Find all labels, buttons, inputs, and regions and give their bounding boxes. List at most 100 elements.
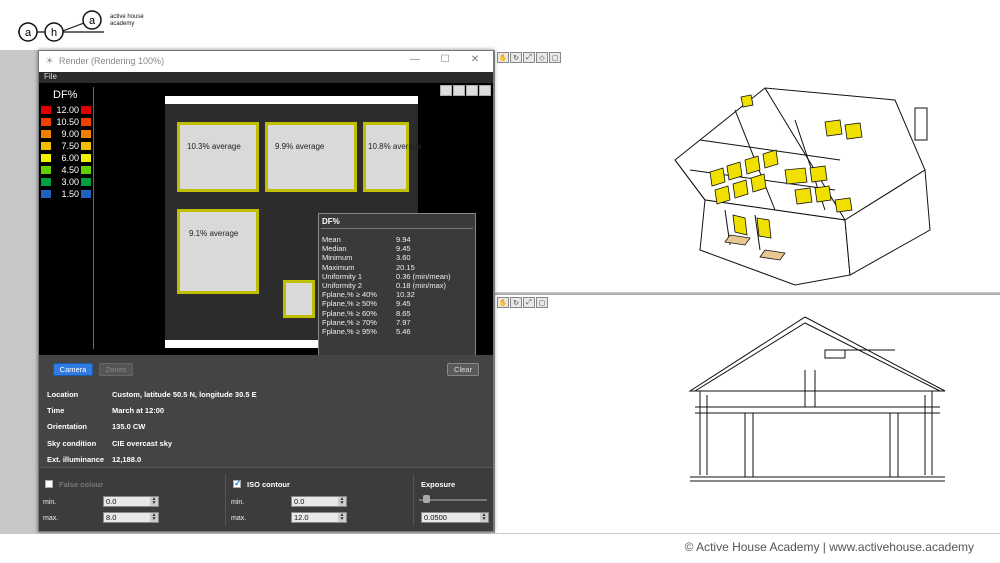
spinner-arrows-icon[interactable]: ▲ ▼ <box>338 497 346 506</box>
stats-value: 0.36 (min/mean) <box>396 271 451 281</box>
exposure-slider-thumb[interactable] <box>423 495 431 503</box>
false-colour-max-input[interactable]: 8.0 ▲ ▼ <box>103 512 159 523</box>
iso-contour-checkbox[interactable]: ✓ <box>233 478 242 488</box>
room-zone <box>265 122 357 192</box>
iso-contour-min-value: 0.0 <box>294 497 305 506</box>
false-colour-checkbox[interactable] <box>45 480 53 488</box>
mode-button-row: Camera Zones Clear <box>39 355 493 381</box>
legend-row: 3.00 <box>39 177 93 187</box>
close-icon[interactable]: ✕ <box>464 54 486 69</box>
logo-letter-a2: a <box>89 15 96 27</box>
legend-swatch <box>81 106 91 114</box>
iso-contour-label: ISO contour <box>247 480 290 489</box>
legend-row: 7.50 <box>39 141 93 151</box>
header-bar: a h a active house academy <box>0 0 1000 50</box>
legend-value: 1.50 <box>61 189 79 199</box>
render-toolbar <box>440 85 491 96</box>
legend-swatch <box>81 190 91 198</box>
stats-row: Mean 9.94 <box>322 235 474 244</box>
legend-swatch <box>41 118 51 126</box>
stats-value: 9.45 <box>396 244 411 254</box>
legend-swatch <box>41 166 51 174</box>
info-key: Sky condition <box>47 438 97 448</box>
stats-key: Fplane,% ≥ 60% <box>322 308 377 318</box>
legend-value: 4.50 <box>61 165 79 175</box>
legend-swatch <box>41 190 51 198</box>
legend-row: 12.00 <box>39 105 93 115</box>
room-average-label: 10.3% average <box>187 142 241 151</box>
exposure-value: 0.0500 <box>424 513 447 522</box>
stats-row: Maximum 20.15 <box>322 263 474 272</box>
menu-file[interactable]: File <box>44 72 57 81</box>
minimize-icon[interactable]: — <box>404 54 426 69</box>
menu-bar: File <box>39 72 493 83</box>
stats-value: 9.94 <box>396 235 411 244</box>
iso-contour-min-input[interactable]: 0.0 ▲ ▼ <box>291 496 347 507</box>
render-info-panel: Location Custom, latitude 50.5 N, longitu… <box>39 381 493 467</box>
logo-letter-a: a <box>25 27 32 39</box>
stats-row: Fplane,% ≥ 50% 9.45 <box>322 299 474 308</box>
legend-row: 1.50 <box>39 189 93 199</box>
viewport-3d-perspective[interactable]: ✋ ↻ ⤢ ◇ ▢ <box>494 50 1000 292</box>
room-zone <box>177 209 259 294</box>
divider <box>413 474 414 526</box>
legend-swatch <box>81 166 91 174</box>
legend-swatch <box>81 142 91 150</box>
stats-value: 0.18 (min/max) <box>396 281 447 290</box>
info-key: Time <box>47 406 65 416</box>
legend-value: 6.00 <box>61 153 79 163</box>
camera-button[interactable]: Camera <box>53 363 93 376</box>
rotate-tool-icon[interactable] <box>453 85 465 96</box>
exposure-input[interactable]: 0.0500 ▲ ▼ <box>421 512 489 523</box>
clear-button[interactable]: Clear <box>447 363 479 376</box>
render-canvas[interactable]: DF% 12.00 10.50 9.00 7.50 6.00 4.50 3.00 1.50 1… <box>39 83 493 363</box>
spinner-arrows-icon[interactable]: ▲ ▼ <box>150 497 158 506</box>
viewport-section[interactable]: ✋ ↻ ⤢ ▢ <box>494 293 1000 533</box>
exposure-label: Exposure <box>421 480 456 489</box>
zones-button[interactable]: Zones <box>99 363 133 376</box>
footer: © Active House Academy | www.activehouse… <box>0 534 1000 563</box>
stats-key: Fplane,% ≥ 50% <box>322 299 377 309</box>
info-value: 12,188.0 <box>112 454 142 464</box>
logo-letter-h: h <box>51 27 57 39</box>
info-value: 135.0 CW <box>112 422 146 432</box>
stats-key: Fplane,% ≥ 70% <box>322 317 377 327</box>
room-zone <box>177 122 259 192</box>
spinner-arrows-icon[interactable]: ▲ ▼ <box>338 513 346 522</box>
window-titlebar[interactable]: ☀ Render (Rendering 100%) — ☐ ✕ <box>39 51 493 72</box>
spinner-arrows-icon[interactable]: ▲ ▼ <box>150 513 158 522</box>
stats-heading: DF% <box>322 217 340 226</box>
legend-value: 9.00 <box>61 129 79 139</box>
false-colour-max-value: 8.0 <box>106 513 117 522</box>
stats-row: Uniformity 2 0.18 (min/max) <box>322 281 474 290</box>
legend-swatch <box>41 178 51 186</box>
room-average-label: 10.8% average <box>368 142 422 151</box>
legend-axis <box>93 87 94 349</box>
legend-value: 3.00 <box>61 177 79 187</box>
legend-row: 4.50 <box>39 165 93 175</box>
iso-contour-max-value: 12.0 <box>294 513 309 522</box>
house-3d-model <box>674 87 931 286</box>
legend-row: 6.00 <box>39 153 93 163</box>
stats-key: Mean <box>322 235 341 244</box>
legend-value: 12.00 <box>56 105 79 115</box>
false-colour-min-value: 0.0 <box>106 497 117 506</box>
iso-contour-max-input[interactable]: 12.0 ▲ ▼ <box>291 512 347 523</box>
hand-tool-icon[interactable] <box>440 85 452 96</box>
maximize-icon[interactable]: ☐ <box>434 54 456 69</box>
false-colour-min-input[interactable]: 0.0 ▲ ▼ <box>103 496 159 507</box>
spinner-arrows-icon[interactable]: ▲ ▼ <box>480 513 488 522</box>
stats-key: Uniformity 1 <box>322 271 363 281</box>
info-value: March at 12:00 <box>112 406 165 416</box>
stats-row: Fplane,% ≥ 40% 10.32 <box>322 290 474 299</box>
stats-divider <box>321 228 473 229</box>
app-icon: ☀ <box>45 56 54 67</box>
stats-row: Minimum 3.60 <box>322 253 474 262</box>
stats-row: Fplane,% ≥ 60% 8.65 <box>322 309 474 318</box>
info-value: Custom, latitude 50.5 N, longitude 30.5 … <box>112 390 257 399</box>
legend-swatch <box>81 154 91 162</box>
iso-contour-min-label: min. <box>231 499 245 506</box>
stats-key: Fplane,% ≥ 95% <box>322 327 377 336</box>
fit-view-icon[interactable] <box>479 85 491 96</box>
zoom-tool-icon[interactable] <box>466 85 478 96</box>
